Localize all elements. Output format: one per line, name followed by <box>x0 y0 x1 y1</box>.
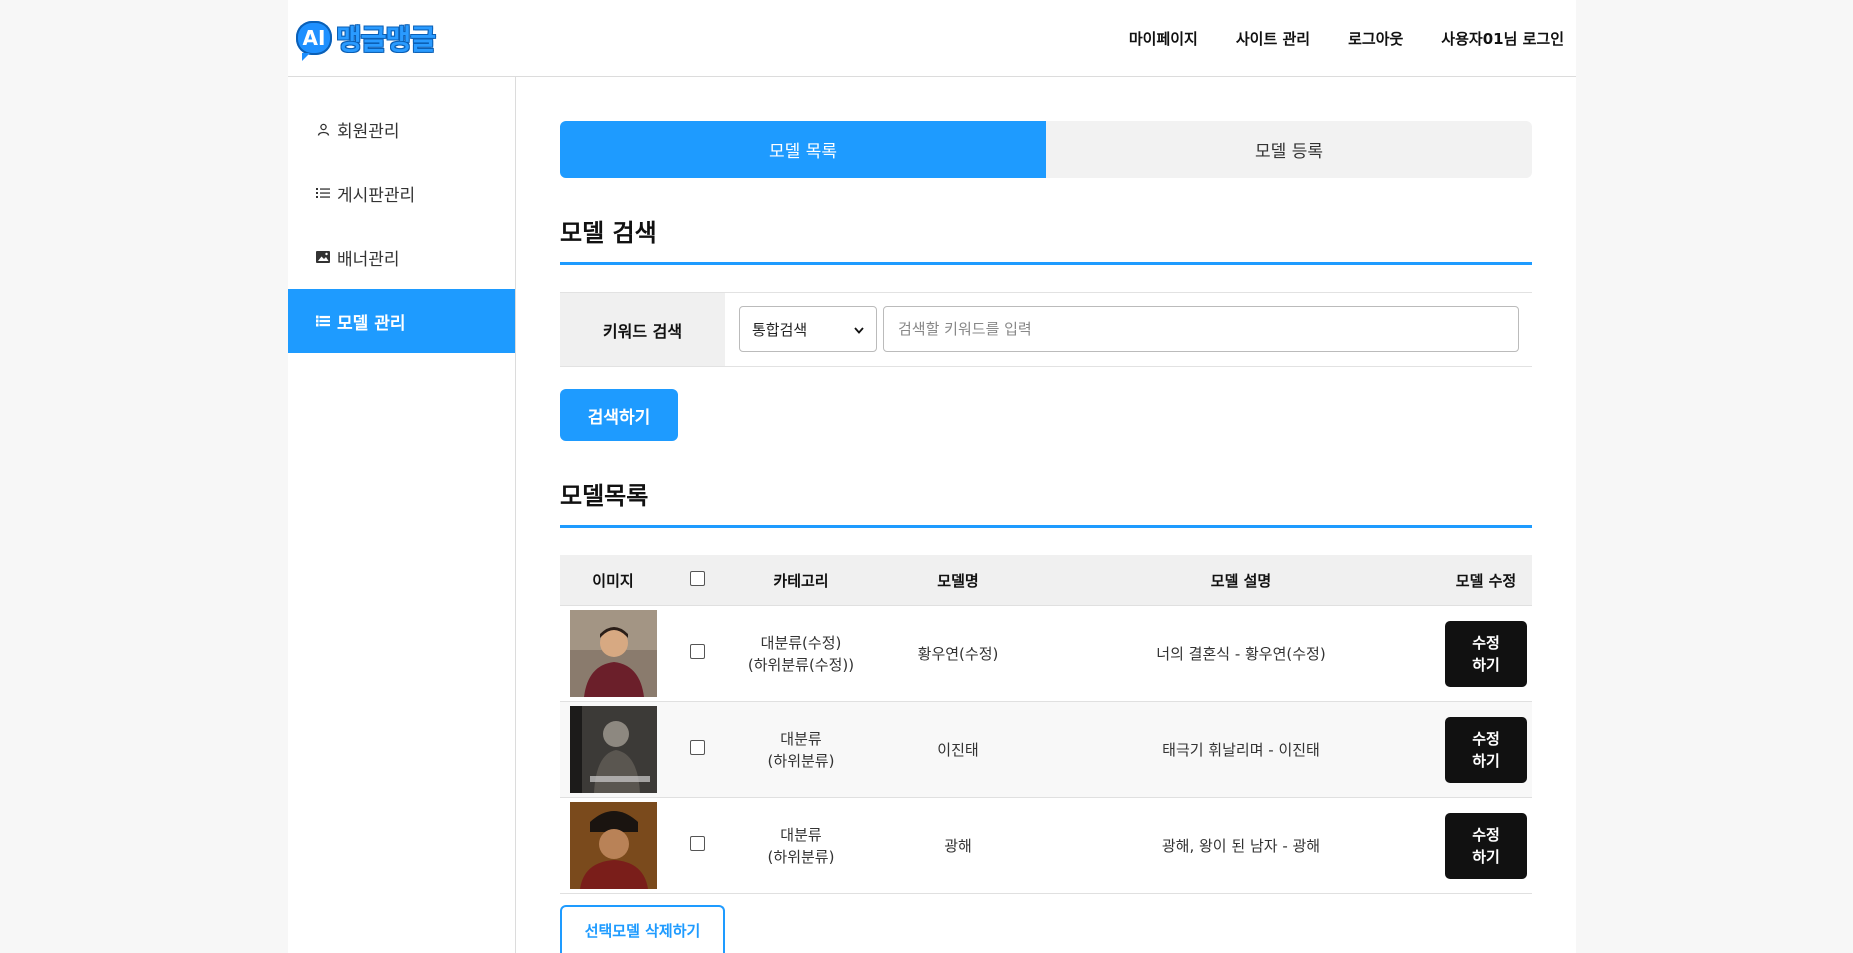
select-cell <box>666 701 728 798</box>
category-cell: 대분류 (하위분류) <box>728 797 874 894</box>
search-row: 키워드 검색 통합검색 <box>560 292 1532 367</box>
tab-bar: 모델 목록 모델 등록 <box>560 121 1532 178</box>
edit-button[interactable]: 수정하기 <box>1445 812 1527 879</box>
user-icon <box>316 122 330 136</box>
edit-label-1: 수정 <box>1472 825 1500 844</box>
category-main: 대분류 <box>780 825 822 844</box>
tab-model-register[interactable]: 모델 등록 <box>1046 121 1532 178</box>
model-name-cell: 황우연(수정) <box>874 605 1042 702</box>
model-thumbnail <box>569 706 657 793</box>
sidebar: 회원관리 게시판관리 배너관리 모델 관리 <box>288 77 516 953</box>
nav-user-status: 사용자01님 로그인 <box>1441 30 1564 48</box>
category-sub: (하위분류(수정)) <box>747 655 855 674</box>
nav-mypage[interactable]: 마이페이지 <box>1129 28 1198 49</box>
sidebar-item-members[interactable]: 회원관리 <box>288 97 515 161</box>
edit-label-2: 하기 <box>1472 751 1500 770</box>
description-cell: 너의 결혼식 - 황우연(수정) <box>1042 605 1440 702</box>
model-thumbnail <box>569 610 657 697</box>
select-cell <box>666 605 728 702</box>
model-name-cell: 광해 <box>874 797 1042 894</box>
edit-label-1: 수정 <box>1472 729 1500 748</box>
edit-label-2: 하기 <box>1472 847 1500 866</box>
search-button[interactable]: 검색하기 <box>560 389 678 441</box>
table-row: 대분류(수정) (하위분류(수정)) 황우연(수정) 너의 결혼식 - 황우연(수… <box>560 605 1532 702</box>
description-cell: 광해, 왕이 된 남자 - 광해 <box>1042 797 1440 894</box>
image-icon <box>316 250 330 264</box>
edit-label-1: 수정 <box>1472 633 1500 652</box>
category-sub: (하위분류) <box>767 751 835 770</box>
category-cell: 대분류 (하위분류) <box>728 701 874 798</box>
table-row: 대분류 (하위분류) 이진태 태극기 휘날리며 - 이진태 수정하기 <box>560 701 1532 798</box>
top-nav: 마이페이지 사이트 관리 로그아웃 사용자01님 로그인 <box>1129 28 1564 49</box>
category-main: 대분류 <box>780 729 822 748</box>
row-checkbox[interactable] <box>689 739 705 755</box>
edit-cell: 수정하기 <box>1440 701 1532 798</box>
model-thumbnail <box>569 802 657 889</box>
category-cell: 대분류(수정) (하위분류(수정)) <box>728 605 874 702</box>
nav-site-admin[interactable]: 사이트 관리 <box>1236 28 1310 49</box>
select-all-checkbox[interactable] <box>689 570 705 586</box>
col-select <box>666 555 728 606</box>
table-row: 대분류 (하위분류) 광해 광해, 왕이 된 남자 - 광해 수정하기 <box>560 797 1532 894</box>
search-type-select[interactable]: 통합검색 <box>739 306 877 352</box>
logo-text: 맹글맹글 <box>336 23 436 56</box>
sidebar-item-label: 게시판관리 <box>337 185 416 206</box>
delete-selected-button[interactable]: 선택모델 삭제하기 <box>560 905 725 953</box>
col-description: 모델 설명 <box>1042 555 1440 606</box>
section-title-search: 모델 검색 <box>560 213 1532 265</box>
list-icon <box>316 186 330 200</box>
page-frame: AI 맹글맹글 마이페이지 사이트 관리 로그아웃 사용자01님 로그인 회원관… <box>288 0 1576 953</box>
col-image: 이미지 <box>560 555 666 606</box>
select-cell <box>666 797 728 894</box>
edit-cell: 수정하기 <box>1440 605 1532 702</box>
tab-model-list[interactable]: 모델 목록 <box>560 121 1046 178</box>
row-checkbox[interactable] <box>689 835 705 851</box>
sidebar-item-label: 회원관리 <box>337 121 400 142</box>
image-cell <box>560 605 666 702</box>
logo[interactable]: AI 맹글맹글 <box>296 18 436 61</box>
logo-badge: AI <box>296 21 332 61</box>
chevron-down-icon <box>854 320 864 338</box>
model-table: 이미지 카테고리 모델명 모델 설명 모델 수정 대분류(수정) (하위분류(수… <box>560 555 1532 894</box>
edit-button[interactable]: 수정하기 <box>1445 716 1527 783</box>
edit-button[interactable]: 수정하기 <box>1445 620 1527 687</box>
description-cell: 태극기 휘날리며 - 이진태 <box>1042 701 1440 798</box>
sidebar-item-label: 모델 관리 <box>337 313 406 334</box>
image-cell <box>560 701 666 798</box>
sidebar-item-banner[interactable]: 배너관리 <box>288 225 515 289</box>
edit-label-2: 하기 <box>1472 655 1500 674</box>
search-label: 키워드 검색 <box>560 293 725 366</box>
edit-cell: 수정하기 <box>1440 797 1532 894</box>
category-sub: (하위분류) <box>767 847 835 866</box>
sidebar-item-label: 배너관리 <box>337 249 400 270</box>
image-cell <box>560 797 666 894</box>
model-name-cell: 이진태 <box>874 701 1042 798</box>
section-title-list: 모델목록 <box>560 476 1532 528</box>
table-header-row: 이미지 카테고리 모델명 모델 설명 모델 수정 <box>560 555 1532 606</box>
col-model-name: 모델명 <box>874 555 1042 606</box>
sidebar-item-board[interactable]: 게시판관리 <box>288 161 515 225</box>
sidebar-item-models[interactable]: 모델 관리 <box>288 289 515 353</box>
header: AI 맹글맹글 마이페이지 사이트 관리 로그아웃 사용자01님 로그인 <box>288 0 1576 77</box>
search-input[interactable] <box>883 306 1519 352</box>
nav-logout[interactable]: 로그아웃 <box>1348 28 1403 49</box>
col-category: 카테고리 <box>728 555 874 606</box>
list-icon <box>316 314 330 328</box>
search-type-value: 통합검색 <box>752 320 808 339</box>
category-main: 대분류(수정) <box>760 633 842 652</box>
row-checkbox[interactable] <box>689 643 705 659</box>
col-edit: 모델 수정 <box>1440 555 1532 606</box>
